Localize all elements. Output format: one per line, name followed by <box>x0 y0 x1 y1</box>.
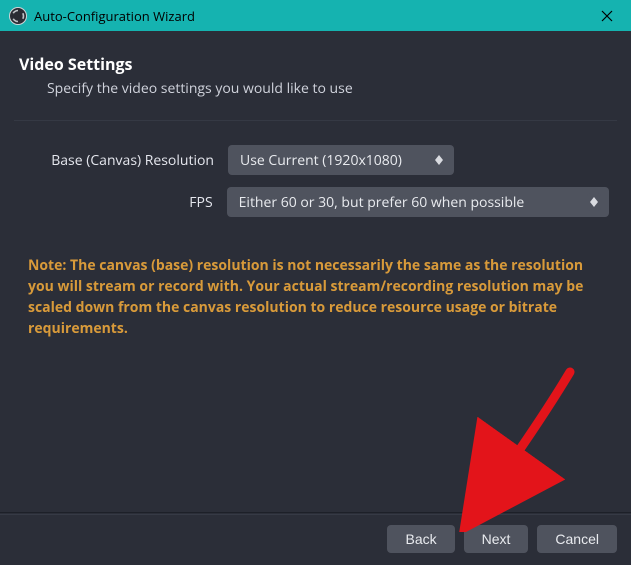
select-resolution-value: Use Current (1920x1080) <box>240 151 426 170</box>
select-fps-value: Either 60 or 30, but prefer 60 when poss… <box>239 193 581 212</box>
select-resolution[interactable]: Use Current (1920x1080) <box>228 145 454 175</box>
label-resolution: Base (Canvas) Resolution <box>22 151 228 170</box>
window-title: Auto-Configuration Wizard <box>34 7 591 25</box>
spinner-icon <box>587 193 601 211</box>
note-text: Note: The canvas (base) resolution is no… <box>22 255 609 339</box>
close-icon[interactable] <box>591 3 623 28</box>
page-subtitle: Specify the video settings you would lik… <box>47 79 612 98</box>
titlebar: Auto-Configuration Wizard <box>0 0 631 31</box>
form-area: Base (Canvas) Resolution Use Current (19… <box>14 121 617 339</box>
row-fps: FPS Either 60 or 30, but prefer 60 when … <box>22 187 609 217</box>
wizard-content: Video Settings Specify the video setting… <box>0 31 631 511</box>
page-title: Video Settings <box>19 53 612 75</box>
footer: Back Next Cancel <box>0 512 631 565</box>
next-button[interactable]: Next <box>464 525 529 553</box>
select-fps[interactable]: Either 60 or 30, but prefer 60 when poss… <box>227 187 609 217</box>
spinner-icon <box>432 151 446 169</box>
label-fps: FPS <box>22 193 227 212</box>
back-button[interactable]: Back <box>387 525 454 553</box>
row-resolution: Base (Canvas) Resolution Use Current (19… <box>22 145 609 175</box>
obs-icon <box>8 6 28 26</box>
header-section: Video Settings Specify the video setting… <box>14 43 617 102</box>
cancel-button[interactable]: Cancel <box>537 525 617 553</box>
